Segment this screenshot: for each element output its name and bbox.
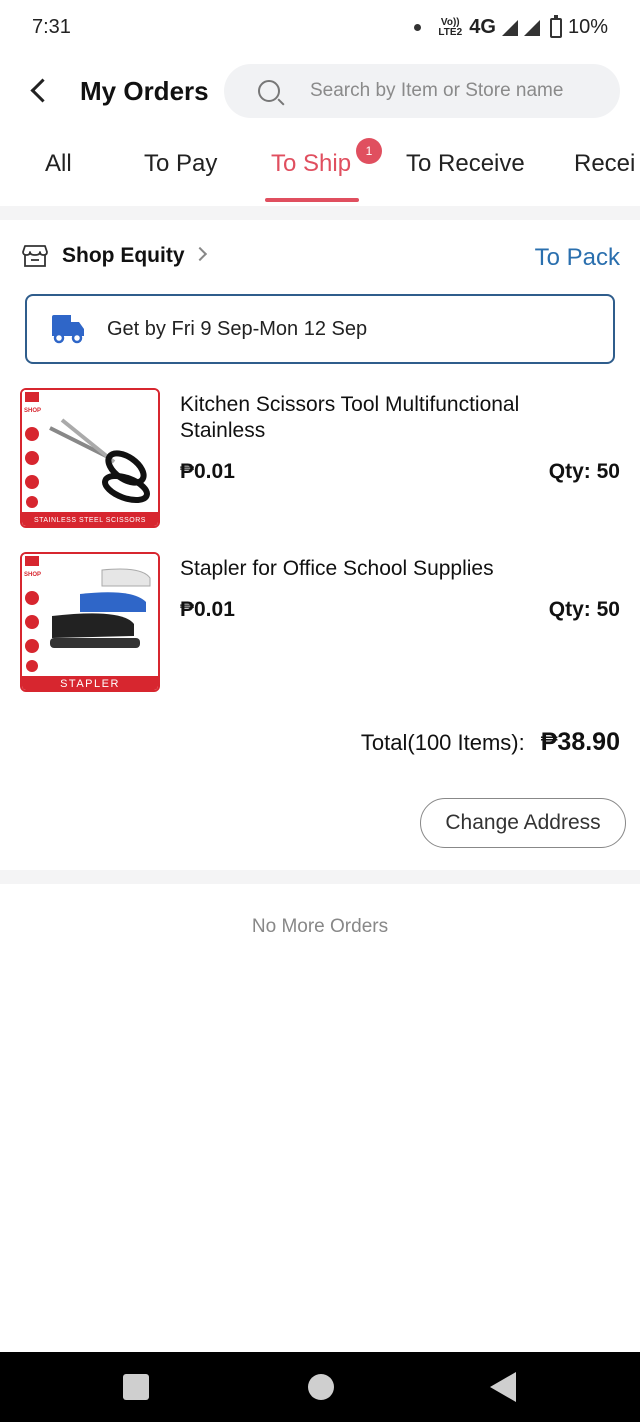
thumb-label: STAPLER <box>60 678 120 690</box>
total-value: ₱38.90 <box>540 728 620 756</box>
change-address-button[interactable]: Change Address <box>420 798 626 848</box>
home-icon[interactable] <box>308 1374 334 1400</box>
thumb-brand: SHOP <box>24 572 41 578</box>
system-nav-bar <box>0 1352 640 1422</box>
delivery-estimate[interactable]: Get by Fri 9 Sep-Mon 12 Sep <box>25 294 615 364</box>
search-input[interactable] <box>310 72 610 110</box>
page-title: My Orders <box>80 76 209 106</box>
recents-icon[interactable] <box>123 1374 149 1400</box>
no-more-orders-text: No More Orders <box>251 916 389 937</box>
tab-to-ship[interactable]: To Ship <box>271 150 351 178</box>
section-divider <box>0 870 640 884</box>
status-time: 7:31 <box>32 16 71 38</box>
item-price: ₱0.01 <box>180 598 235 621</box>
tab-to-ship-badge: 1 <box>356 138 382 164</box>
item-price: ₱0.01 <box>180 460 235 483</box>
battery-icon <box>549 14 562 38</box>
tab-to-pay[interactable]: To Pay <box>144 150 217 178</box>
order-tabs: All To Pay To Ship 1 To Receive Recei <box>0 130 640 206</box>
shop-row[interactable]: Shop Equity To Pack <box>0 232 640 280</box>
total-label: Total(100 Items): <box>360 730 525 755</box>
header: My Orders <box>0 60 640 122</box>
active-tab-indicator <box>265 198 359 202</box>
section-divider <box>0 206 640 220</box>
order-status: To Pack <box>534 244 620 271</box>
signal-icon <box>501 19 518 36</box>
battery-percent: 10% <box>567 16 608 38</box>
truck-icon <box>52 315 84 344</box>
status-bar: 7:31 Vo)) LTE2 4G 10% <box>0 0 640 56</box>
search-icon <box>258 80 280 102</box>
back-arrow-icon[interactable] <box>24 74 56 106</box>
shop-name[interactable]: Shop Equity <box>62 244 185 268</box>
tab-to-receive[interactable]: To Receive <box>406 150 525 178</box>
tab-received[interactable]: Recei <box>574 150 635 178</box>
store-icon <box>22 245 48 267</box>
thumb-brand: SHOP <box>24 408 41 414</box>
network-type: 4G <box>469 16 496 38</box>
item-title[interactable]: Kitchen Scissors Tool Multifunctional St… <box>180 392 600 444</box>
tab-all[interactable]: All <box>45 150 72 178</box>
order-item[interactable]: SHOP STAINLESS STEEL SCISSORS Kitchen Sc… <box>0 388 640 528</box>
delivery-text: Get by Fri 9 Sep-Mon 12 Sep <box>107 318 368 340</box>
back-icon[interactable] <box>490 1372 516 1402</box>
order-total: Total(100 Items): ₱38.90 <box>361 728 620 757</box>
item-quantity: Qty: 50 <box>548 598 620 621</box>
order-item[interactable]: SHOP STAPLER Stapler for Office School S… <box>0 552 640 692</box>
thumb-label: STAINLESS STEEL SCISSORS <box>34 517 146 524</box>
scissors-product-image: SHOP STAINLESS STEEL SCISSORS <box>22 390 158 526</box>
notification-dot-icon <box>414 24 422 31</box>
volte-icon: Vo)) LTE2 <box>438 16 463 38</box>
search-bar[interactable] <box>224 64 620 118</box>
item-thumbnail[interactable]: SHOP STAINLESS STEEL SCISSORS <box>20 388 160 528</box>
signal-icon-2 <box>523 19 540 36</box>
chevron-right-icon <box>192 246 208 262</box>
item-quantity: Qty: 50 <box>548 460 620 483</box>
item-thumbnail[interactable]: SHOP STAPLER <box>20 552 160 692</box>
stapler-product-image: SHOP STAPLER <box>22 554 158 690</box>
status-icons: Vo)) LTE2 4G 10% <box>414 14 608 39</box>
item-title[interactable]: Stapler for Office School Supplies <box>180 556 600 582</box>
